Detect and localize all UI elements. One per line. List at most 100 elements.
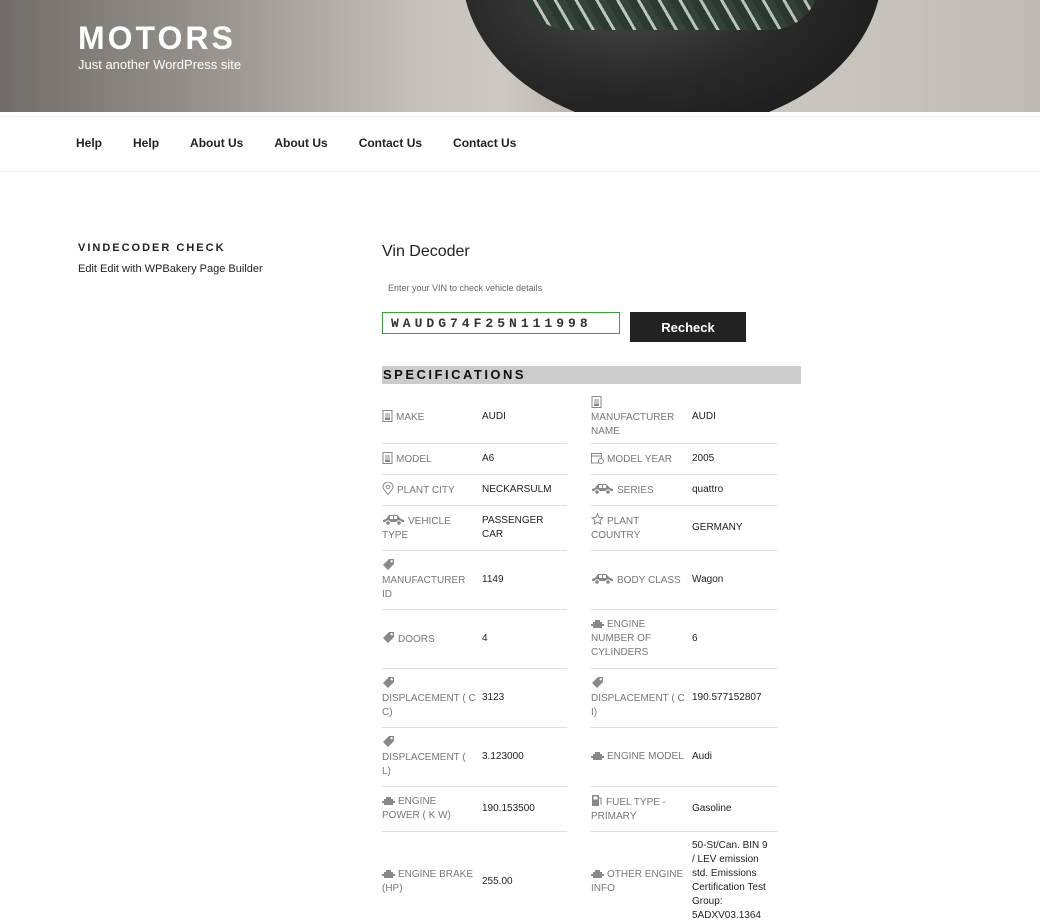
vin-input[interactable] (382, 312, 620, 334)
document-icon (382, 410, 393, 422)
tag-icon (591, 676, 604, 689)
spec-label-text: OTHER ENGINE INFO (591, 869, 684, 894)
spec-label-text: DISPLACEMENT ( C C) (382, 693, 476, 718)
left-spec-label: VEHICLE TYPE (382, 514, 476, 543)
star-icon (591, 513, 604, 526)
spec-row-divider (382, 609, 567, 610)
left-spec-label: MANUFACTURER ID (382, 558, 476, 602)
engine-icon (591, 869, 604, 879)
document-icon (382, 452, 393, 464)
nav-item-contact-us[interactable]: Contact Us (453, 136, 516, 150)
left-spec-value: AUDI (482, 411, 506, 422)
left-spec-label: MAKE (382, 410, 476, 425)
spec-row-divider (382, 786, 567, 787)
left-spec-value: 1149 (482, 574, 504, 585)
left-spec-label: DISPLACEMENT ( C C) (382, 676, 476, 720)
spec-row-divider (382, 727, 567, 728)
spec-row-divider (591, 786, 777, 787)
left-spec-value: 3.123000 (482, 751, 524, 762)
right-spec-value: 190.577152807 (692, 692, 762, 703)
left-spec-value: NECKARSULM (482, 484, 552, 495)
spec-row-divider (591, 609, 777, 610)
spec-label-text: ENGINE BRAKE (HP) (382, 869, 474, 894)
right-spec-label: BODY CLASS (591, 573, 686, 588)
vin-hint: Enter your VIN to check vehicle details (388, 283, 543, 293)
engine-icon (382, 796, 395, 806)
spec-label-text: MODEL YEAR (607, 454, 673, 465)
car-icon (591, 573, 614, 585)
left-spec-label: ENGINE POWER ( K W) (382, 795, 476, 823)
engine-icon (591, 619, 604, 629)
header-banner: MOTORS Just another WordPress site (0, 0, 1040, 112)
spec-label-text: BODY CLASS (617, 575, 681, 586)
left-spec-value: 4 (482, 633, 488, 644)
spec-row-divider (382, 505, 567, 506)
spec-row-divider (382, 831, 567, 832)
right-spec-value: 6 (692, 633, 698, 644)
spec-row-divider (591, 443, 777, 444)
left-spec-label: DISPLACEMENT ( L) (382, 735, 476, 779)
right-spec-value: Wagon (692, 574, 724, 585)
spec-row-divider (591, 668, 777, 669)
left-spec-label: ENGINE BRAKE (HP) (382, 868, 476, 896)
right-spec-value: GERMANY (692, 522, 743, 533)
right-spec-value: AUDI (692, 411, 716, 422)
left-spec-value: 255.00 (482, 876, 513, 887)
right-spec-label: FUEL TYPE - PRIMARY (591, 794, 686, 824)
recheck-button[interactable]: Recheck (630, 312, 746, 342)
right-spec-label: MANUFACTURER NAME (591, 396, 686, 439)
nav-item-help[interactable]: Help (133, 136, 159, 150)
spec-row-divider (591, 831, 777, 832)
left-spec-value: PASSENGER CAR (482, 515, 544, 540)
spec-label-text: SERIES (617, 485, 654, 496)
sidebar-edit-text[interactable]: Edit Edit with WPBakery Page Builder (78, 263, 263, 275)
spec-row-divider (591, 505, 777, 506)
spec-label-text: DOORS (398, 634, 435, 645)
spec-label-text: DISPLACEMENT ( C I) (591, 693, 685, 718)
spec-row-divider (382, 443, 567, 444)
specifications-title: SPECIFICATIONS (383, 367, 527, 382)
tag-icon (382, 631, 395, 644)
vin-decoder-title: Vin Decoder (382, 243, 470, 260)
right-spec-label: OTHER ENGINE INFO (591, 868, 686, 896)
spec-label-text: MANUFACTURER NAME (591, 412, 675, 437)
spec-row-divider (591, 727, 777, 728)
right-spec-label: DISPLACEMENT ( C I) (591, 676, 686, 720)
right-spec-value: Gasoline (692, 803, 732, 814)
left-spec-label: DOORS (382, 631, 476, 647)
spec-row-divider (382, 668, 567, 669)
left-spec-value: 3123 (482, 692, 505, 703)
fuel-icon (591, 794, 603, 807)
engine-icon (382, 869, 395, 879)
nav-item-contact-us[interactable]: Contact Us (359, 136, 422, 150)
sidebar-title: VINDECODER CHECK (78, 242, 226, 254)
main-navigation: Help Help About Us About Us Contact Us C… (0, 116, 1040, 172)
calendar-icon (591, 452, 604, 464)
nav-item-about-us[interactable]: About Us (190, 136, 243, 150)
spec-row-divider (382, 474, 567, 475)
left-spec-label: MODEL (382, 452, 476, 467)
left-spec-label: PLANT CITY (382, 482, 476, 498)
nav-item-help[interactable]: Help (76, 136, 102, 150)
nav-item-about-us[interactable]: About Us (274, 136, 327, 150)
right-spec-label: MODEL YEAR (591, 452, 686, 467)
site-description: Just another WordPress site (78, 57, 242, 72)
spec-label-text: DISPLACEMENT ( L) (382, 752, 466, 777)
location-pin-icon (382, 482, 394, 495)
engine-icon (591, 751, 604, 761)
tag-icon (382, 558, 395, 571)
car-icon (382, 514, 405, 526)
tag-icon (382, 676, 395, 689)
car-icon (591, 483, 614, 495)
right-spec-value: 50-St/Can. BIN 9 / LEV emission std. Emi… (692, 840, 768, 921)
right-spec-label: ENGINE NUMBER OF CYLINDERS (591, 618, 686, 660)
spec-row-divider (591, 550, 777, 551)
right-spec-value: Audi (692, 751, 713, 762)
right-spec-value: 2005 (692, 453, 715, 464)
right-spec-value: quattro (692, 484, 724, 495)
right-spec-label: ENGINE MODEL (591, 750, 686, 764)
site-title[interactable]: MOTORS (78, 20, 236, 57)
spec-label-text: MAKE (396, 412, 425, 423)
tag-icon (382, 735, 395, 748)
left-spec-value: A6 (482, 453, 495, 464)
